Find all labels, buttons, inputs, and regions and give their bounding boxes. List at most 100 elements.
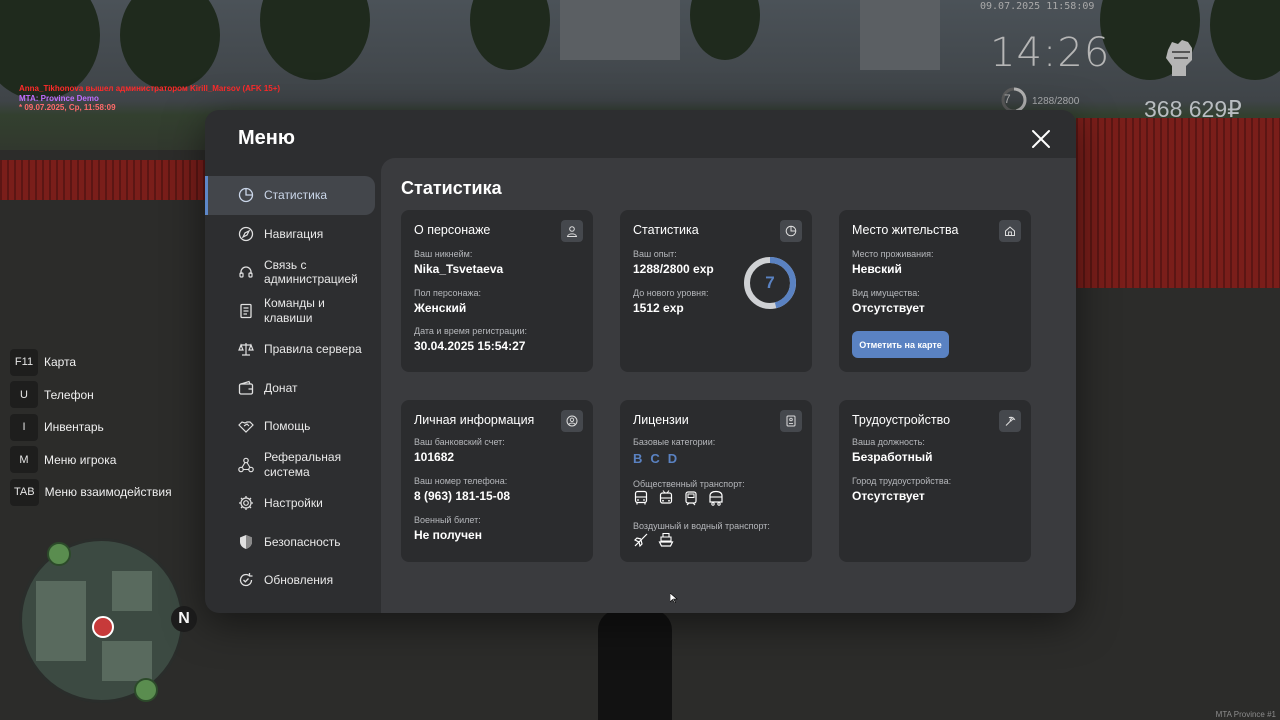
sidebar-item-label: Безопасность <box>264 534 341 549</box>
sidebar-item-label: Навигация <box>264 226 324 241</box>
field-label: Ваш никнейм: <box>414 249 473 259</box>
chat-line: Anna_Tikhonova вышел администратором Kir… <box>19 84 281 93</box>
field-label: До нового уровня: <box>633 288 709 298</box>
close-icon[interactable] <box>1031 129 1051 149</box>
registration-value: 30.04.2025 15:54:27 <box>414 339 526 353</box>
position-value: Безработный <box>852 450 933 464</box>
menu-title: Меню <box>238 127 295 149</box>
network-icon <box>238 457 254 473</box>
headset-icon <box>239 266 253 278</box>
exp-value: 1288/2800 exp <box>633 262 714 276</box>
field-label: Пол персонажа: <box>414 288 482 298</box>
tram-icon <box>685 491 697 506</box>
keybind-label: Телефон <box>44 387 94 402</box>
hud-clock: 14:26 <box>990 30 1111 76</box>
place-value: Невский <box>852 262 902 276</box>
keybind-hints: F11 Карта U Телефон I Инвентарь M Меню и… <box>10 346 172 509</box>
card-statistics: Статистика Ваш опыт: 1288/2800 exp До но… <box>620 210 812 372</box>
map-block <box>102 641 152 681</box>
keybind-inventory: I Инвентарь <box>10 411 172 444</box>
sidebar-item-settings[interactable]: Настройки <box>205 484 381 523</box>
card-residence: Место жительства Место проживания: Невск… <box>839 210 1031 372</box>
next-level-value: 1512 exp <box>633 301 684 315</box>
sidebar-item-label: Правила сервера <box>264 342 362 356</box>
map-block <box>112 571 152 611</box>
level-progress-ring: 7 <box>742 255 798 311</box>
content-panel: Статистика О персонаже Ваш никнейм: Nika… <box>381 158 1076 613</box>
card-title: Личная информация <box>414 413 535 427</box>
phone-value: 8 (963) 181-15-08 <box>414 489 511 503</box>
sidebar-item-statistics[interactable]: Статистика <box>205 176 375 215</box>
card-title: Лицензии <box>633 413 689 427</box>
sidebar-item-label: Настройки <box>264 496 323 510</box>
license-category: C <box>650 451 660 466</box>
chat-log: Anna_Tikhonova вышел администратором Kir… <box>19 84 280 113</box>
card-employment: Трудоустройство Ваша должность: Безработ… <box>839 400 1031 562</box>
player-character <box>598 610 672 720</box>
pickaxe-icon <box>999 410 1021 432</box>
update-icon <box>239 573 253 587</box>
scales-icon <box>238 343 254 356</box>
keybind-label: Инвентарь <box>44 420 104 435</box>
shield-icon <box>240 534 252 549</box>
sidebar-item-security[interactable]: Безопасность <box>205 523 381 562</box>
work-city-value: Отсутствует <box>852 489 925 503</box>
map-block <box>36 581 86 661</box>
pie-chart-icon <box>780 220 802 242</box>
chat-line: MTA: Province Demo <box>19 93 99 103</box>
key-badge: I <box>10 413 38 441</box>
background-tree <box>120 0 220 90</box>
mouse-cursor-icon <box>670 593 678 603</box>
fist-icon <box>1166 40 1192 76</box>
card-licenses: Лицензии Базовые категории: B C D Общест… <box>620 400 812 562</box>
sidebar-item-help[interactable]: Помощь <box>205 407 381 446</box>
field-label: Ваш опыт: <box>633 249 677 259</box>
sidebar-item-donate[interactable]: Донат <box>205 369 381 408</box>
field-label: Воздушный и водный транспорт: <box>633 521 770 531</box>
gear-icon <box>239 496 253 511</box>
field-label: Ваш банковский счет: <box>414 437 505 447</box>
house-icon <box>999 220 1021 242</box>
keybind-player-menu: M Меню игрока <box>10 444 172 477</box>
hud-exp: 1288/2800 <box>1032 96 1080 107</box>
red-fence <box>1076 168 1280 288</box>
sidebar-item-rules[interactable]: Правила сервера <box>205 330 381 369</box>
sidebar-item-commands[interactable]: Команды и клавиши <box>205 292 381 331</box>
mark-on-map-button[interactable]: Отметить на карте <box>852 331 949 358</box>
handshake-icon <box>238 421 254 434</box>
card-title: О персонаже <box>414 223 491 237</box>
field-label: Военный билет: <box>414 515 481 525</box>
map-blip-icon <box>134 678 158 702</box>
background-tree <box>690 0 760 60</box>
minimap: N <box>19 538 197 703</box>
sidebar-item-navigation[interactable]: Навигация <box>205 215 381 254</box>
map-blip-icon <box>47 542 71 566</box>
minibus-icon <box>709 490 723 506</box>
user-circle-icon <box>561 410 583 432</box>
sidebar-item-label: Статистика <box>264 188 328 202</box>
property-value: Отсутствует <box>852 301 925 315</box>
sidebar-item-referral[interactable]: Реферальная система <box>205 446 381 485</box>
player-blip <box>92 616 114 638</box>
field-label: Ваш номер телефона: <box>414 476 508 486</box>
sidebar-item-label: Донат <box>264 380 298 395</box>
field-label: Место проживания: <box>852 249 934 259</box>
air-water-transport-icons <box>633 532 674 548</box>
keybind-map: F11 Карта <box>10 346 172 379</box>
watermark: MTA Province #1 <box>1215 710 1276 719</box>
license-category: B <box>633 451 643 466</box>
hud-datetime: 09.07.2025 11:58:09 <box>980 1 1095 12</box>
wallet-icon <box>238 380 254 395</box>
sidebar-nav: Статистика Навигация Связь с администрац… <box>205 176 381 600</box>
card-title: Статистика <box>633 223 699 237</box>
compass-icon <box>238 226 254 241</box>
sidebar-item-admin-contact[interactable]: Связь с администрацией <box>205 253 381 292</box>
card-title: Место жительства <box>852 223 959 237</box>
trolleybus-icon <box>659 490 673 504</box>
document-icon <box>240 303 252 318</box>
field-label: Базовые категории: <box>633 437 716 447</box>
red-fence <box>0 160 205 200</box>
bus-icon <box>634 490 648 505</box>
field-label: Вид имущества: <box>852 288 920 298</box>
sidebar-item-updates[interactable]: Обновления <box>205 561 381 600</box>
